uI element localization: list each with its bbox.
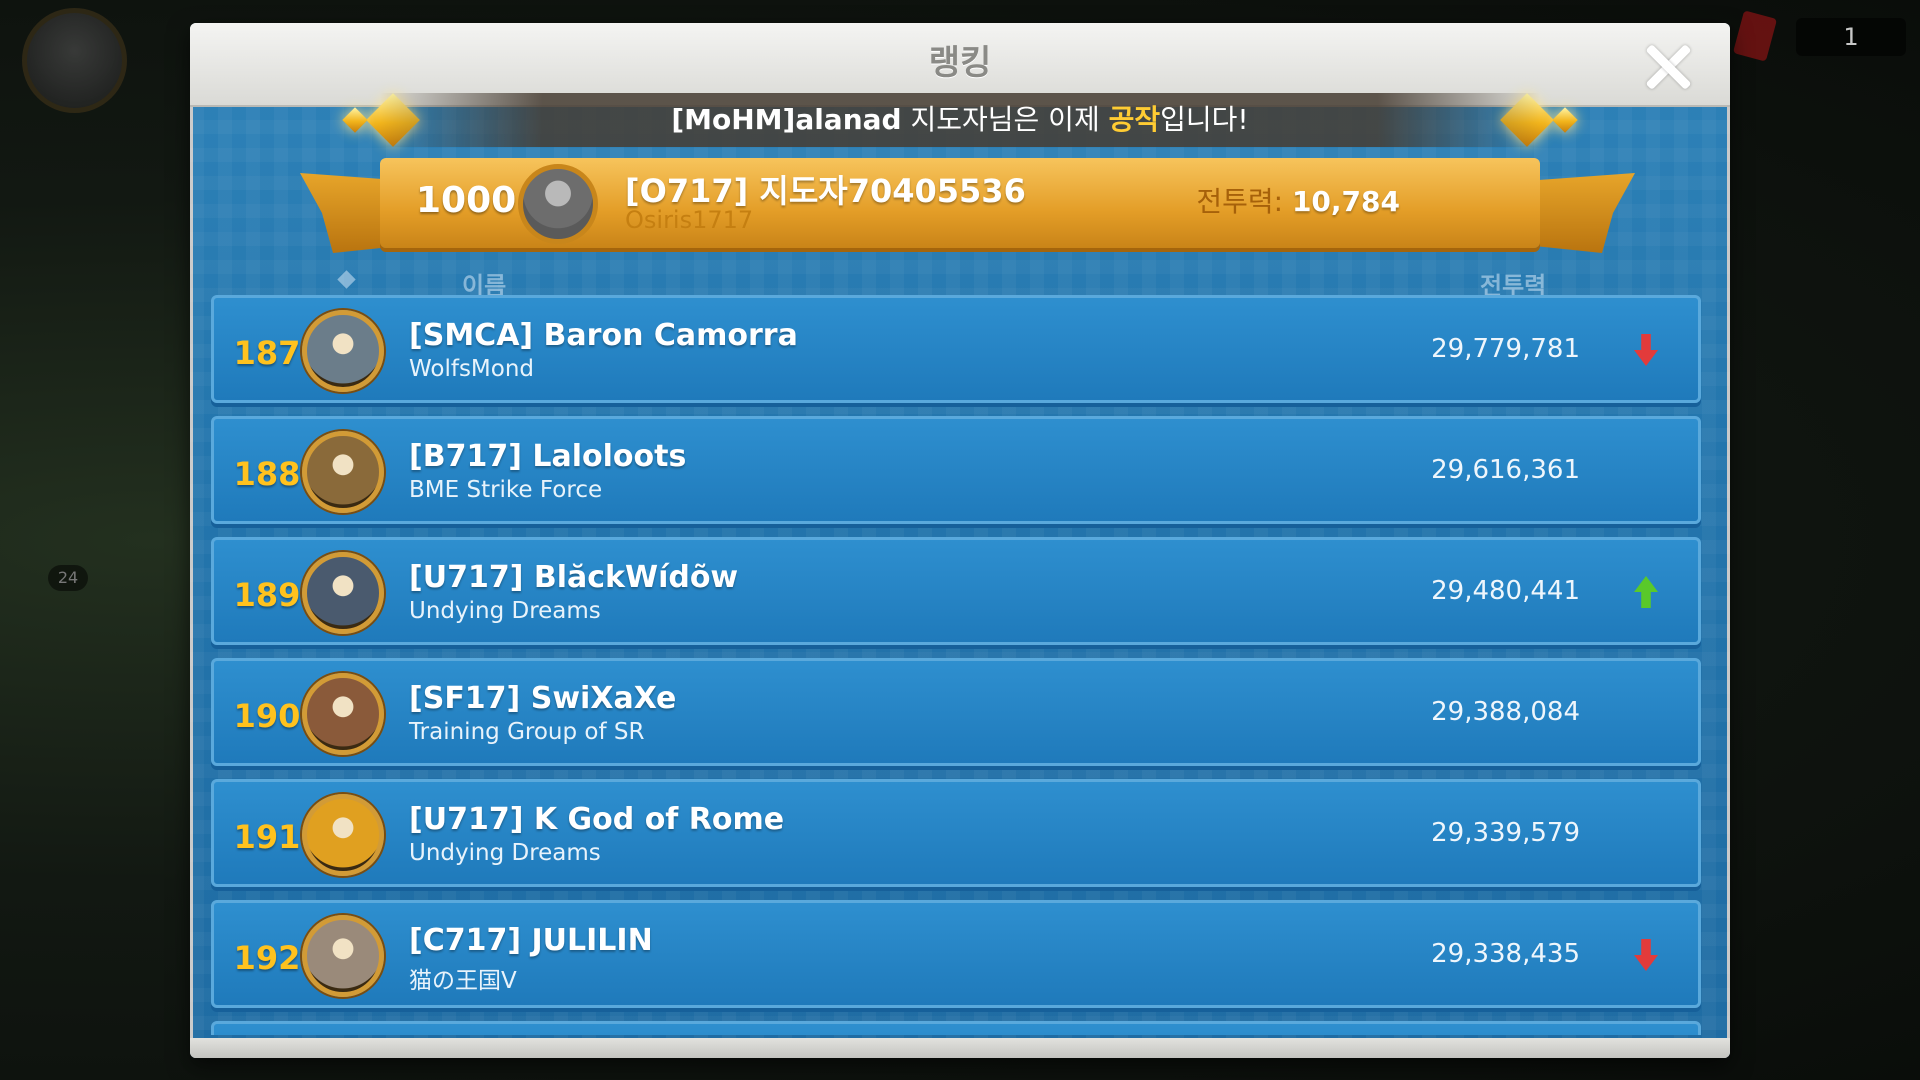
player-power: 29,339,579 [1431,818,1580,848]
ranking-row[interactable]: 191 [U717] K God of Rome Undying Dreams 29,… [211,779,1701,887]
player-avatar[interactable] [302,915,384,997]
close-button[interactable] [1640,39,1696,95]
player-avatar[interactable] [302,431,384,513]
gold-sparkle-icon [342,107,368,133]
player-power: 29,388,084 [1431,697,1580,727]
player-power: 29,480,441 [1431,576,1580,606]
player-name: [U717] BlăckWídõw [409,560,739,595]
player-name: [B717] Laloloots [409,439,687,474]
ranking-row[interactable]: 187 [SMCA] Baron Camorra WolfsMond 29,779,7… [211,295,1701,403]
player-alliance: BME Strike Force [409,477,603,503]
banner-ribbon-right [1525,173,1635,253]
panel-footer [190,1038,1730,1058]
my-avatar [518,164,598,244]
player-alliance: WolfsMond [409,356,535,382]
announcement-player: [MoHM]alanad [671,103,902,136]
row-rank: 192 [233,939,301,977]
ranking-row[interactable]: 188 [B717] Laloloots BME Strike Force 29,61… [211,416,1701,524]
announcement-banner: [MoHM]alanad 지도자님은 이제 공작입니다! [380,93,1540,147]
player-power: 29,779,781 [1431,334,1580,364]
row-rank: 191 [233,818,301,856]
background-counter: 1 [1796,18,1906,56]
player-name: [SMCA] Baron Camorra [409,318,798,353]
my-rank-banner[interactable]: 1000+ [O717] 지도자70405536 Osiris1717 전투력:… [380,158,1540,248]
ranking-panel: 랭킹 [MoHM]alanad 지도자님은 이제 공작입니다! 1000+ [O… [190,23,1730,1058]
player-avatar[interactable] [302,794,384,876]
player-alliance: 猫の王国V [409,968,517,994]
player-avatar[interactable] [302,552,384,634]
row-rank: 187 [233,334,301,372]
player-name: [SF17] SwiXaXe [409,681,677,716]
ranking-row[interactable]: 190 [SF17] SwiXaXe Training Group of SR 29,… [211,658,1701,766]
row-rank: 190 [233,697,301,735]
rank-down-arrow-icon [1634,334,1658,366]
player-alliance: Training Group of SR [409,719,645,745]
row-rank: 189 [233,576,301,614]
announcement-text: 지도자님은 이제 [901,103,1109,136]
background-player-avatar [22,8,127,113]
my-power-label: 전투력: [1196,185,1284,218]
rank-down-arrow-icon [1634,939,1658,971]
my-alliance: Osiris1717 [625,206,754,234]
ranking-row[interactable]: 192 [C717] JULILIN 猫の王国V 29,338,435 [211,900,1701,1008]
gold-sparkle-icon [1552,107,1578,133]
announcement-title-highlight: 공작 [1108,103,1161,136]
player-name: [U717] K God of Rome [409,802,785,837]
player-power: 29,338,435 [1431,939,1580,969]
rank-up-arrow-icon [1634,576,1658,608]
ranking-list[interactable]: 187 [SMCA] Baron Camorra WolfsMond 29,779,7… [211,293,1701,1035]
player-power: 29,616,361 [1431,455,1580,485]
announcement-text-end: 입니다! [1160,103,1249,136]
player-alliance: Undying Dreams [409,598,601,624]
player-avatar[interactable] [302,310,384,392]
panel-title: 랭킹 [928,43,992,83]
player-alliance: Undying Dreams [409,840,601,866]
sort-icon[interactable] [337,270,356,289]
ranking-row-partial[interactable] [211,1021,1701,1035]
my-power: 전투력: 10,784 [1196,180,1400,220]
player-avatar[interactable] [302,673,384,755]
player-name: [C717] JULILIN [409,923,653,958]
ranking-row[interactable]: 189 [U717] BlăckWídõw Undying Dreams 29,480… [211,537,1701,645]
background-level-badge: 24 [48,565,88,591]
my-power-value: 10,784 [1291,185,1400,218]
row-rank: 188 [233,455,301,493]
